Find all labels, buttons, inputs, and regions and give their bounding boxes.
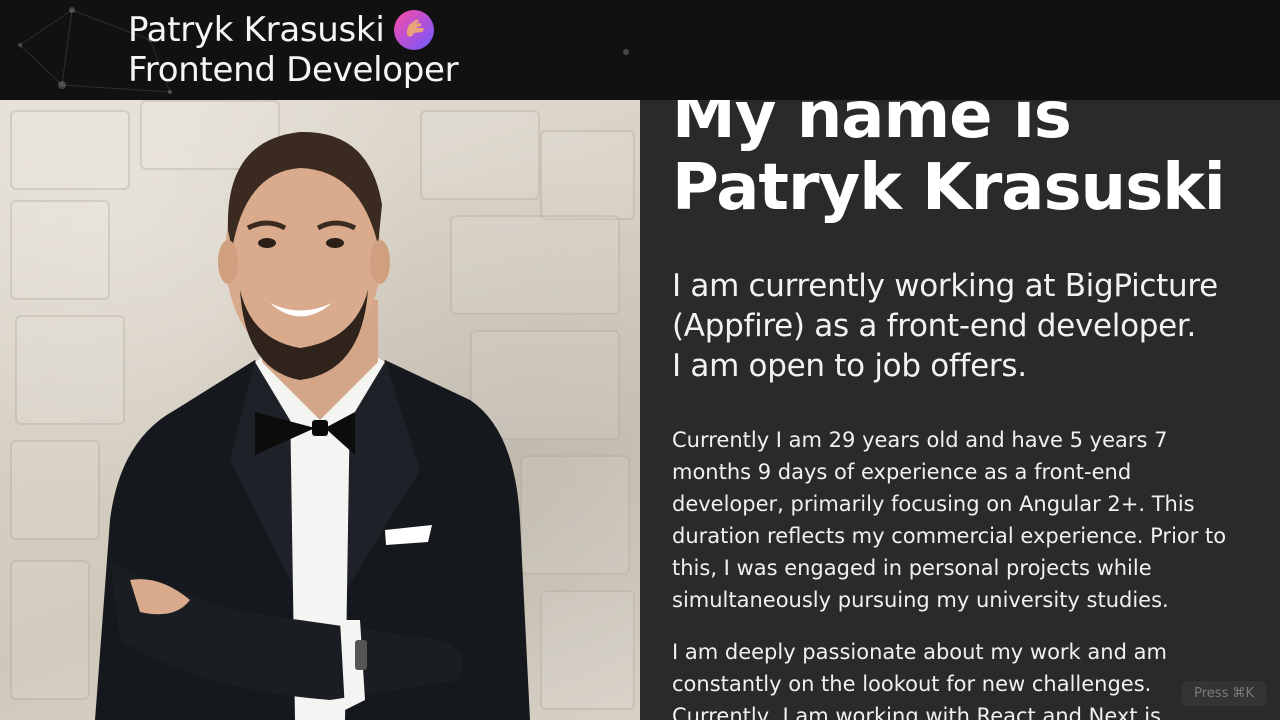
- site-role: Frontend Developer: [128, 50, 459, 90]
- person-illustration: [95, 131, 530, 720]
- page-title: My name is Patryk Krasuski: [672, 100, 1226, 225]
- about-section: My name is Patryk Krasuski I am currentl…: [640, 100, 1280, 720]
- header-right-bar: [640, 0, 1280, 100]
- about-paragraph-1: Currently I am 29 years old and have 5 y…: [672, 428, 1227, 612]
- profile-photo: [0, 0, 640, 720]
- waving-hand-icon: [394, 10, 435, 50]
- lead-line-1: I am currently working at BigPicture: [672, 268, 1218, 304]
- lead-text: I am currently working at BigPicture (Ap…: [672, 266, 1262, 386]
- header-name-row: Patryk Krasuski: [128, 8, 435, 52]
- site-header: Patryk Krasuski Frontend Developer: [0, 0, 640, 100]
- lead-line-3: I am open to job offers.: [672, 348, 1027, 384]
- lead-line-2: (Appfire) as a front-end developer.: [672, 308, 1197, 344]
- portfolio-page: Patryk Krasuski Frontend Developer My na…: [0, 0, 1280, 720]
- command-palette-hint[interactable]: Press ⌘K: [1182, 681, 1266, 706]
- about-paragraph-2: I am deeply passionate about my work and…: [672, 640, 1168, 720]
- site-name[interactable]: Patryk Krasuski: [128, 8, 385, 52]
